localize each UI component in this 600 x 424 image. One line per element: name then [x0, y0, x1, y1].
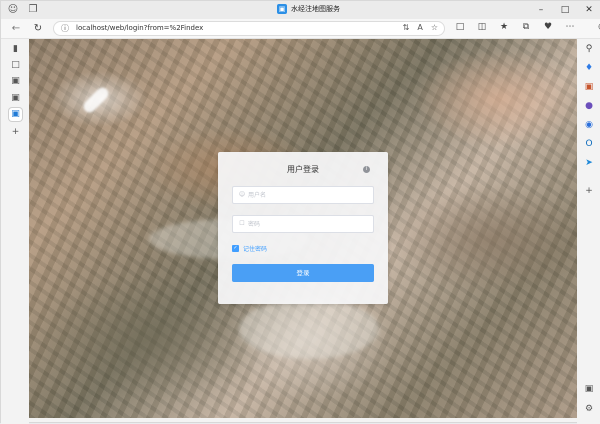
tab-title-text: 水经注地图服务	[291, 5, 340, 13]
toolbox-icon[interactable]: ▣	[582, 80, 596, 94]
add-sidebar-app-icon[interactable]: +	[582, 184, 596, 198]
tab-actions-icon[interactable]: ▮	[9, 43, 22, 56]
password-input[interactable]	[248, 219, 368, 230]
outlook-icon[interactable]: O	[582, 137, 596, 151]
minimize-icon[interactable]: –	[529, 1, 553, 19]
favorite-star-icon[interactable]: ☆	[431, 23, 438, 32]
lock-icon: ☐	[239, 220, 245, 227]
address-bar[interactable]: ⓘ localhost/web/login?from=%2Findex ⇅ A …	[53, 21, 445, 36]
split-screen-icon[interactable]: ◫	[475, 22, 489, 32]
username-input[interactable]	[248, 190, 368, 201]
maximize-icon[interactable]: □	[553, 1, 577, 19]
remember-password[interactable]: ✓ 记住密码	[232, 244, 267, 253]
profile-icon[interactable]: ☺	[7, 4, 19, 16]
login-page: 用户登录 i ☺ ☐ ✓ 记住密码 登录	[29, 39, 577, 418]
background-snow-patch	[81, 85, 111, 115]
title-bar: ☺ ❐ ▣ 水经注地图服务 – □ ✕	[1, 1, 600, 19]
close-icon[interactable]: ✕	[577, 1, 600, 19]
site-favicon-icon: ▣	[277, 4, 287, 14]
shopping-tag-icon[interactable]: ♦	[582, 61, 596, 75]
remember-label[interactable]: 记住密码	[243, 244, 267, 253]
settings-gear-icon[interactable]: ⚙	[582, 402, 596, 416]
games-icon[interactable]: ●	[582, 99, 596, 113]
user-icon: ☺	[238, 191, 246, 198]
active-tab[interactable]: ▣ 水经注地图服务	[277, 4, 340, 14]
tab-page-icon[interactable]: □	[9, 59, 22, 72]
help-icon[interactable]: i	[363, 166, 370, 173]
translate-icon[interactable]: ⇅	[403, 23, 410, 32]
favorites-icon[interactable]: ★	[497, 22, 511, 32]
tab-current-site-icon[interactable]: ▣	[9, 108, 22, 121]
remember-checkbox[interactable]: ✓	[232, 245, 239, 252]
login-card: 用户登录 i ☺ ☐ ✓ 记住密码 登录	[218, 152, 388, 304]
tab-store-icon[interactable]: ▣	[9, 75, 22, 88]
new-tab-icon[interactable]: +	[9, 126, 22, 139]
password-field[interactable]: ☐	[232, 215, 374, 233]
edge-sidebar: ⚲ ♦ ▣ ● ◉ O ➤ + ▣ ⚙	[577, 39, 600, 424]
more-menu-icon[interactable]: ⋯	[563, 22, 577, 32]
tab-store-icon[interactable]: ▣	[9, 92, 22, 105]
hide-sidebar-icon[interactable]: ▣	[582, 382, 596, 396]
workspaces-icon[interactable]: ❐	[27, 4, 39, 16]
collections-icon[interactable]: ⧉	[519, 22, 533, 32]
extensions-icon[interactable]: □	[453, 22, 467, 32]
browser-window: ☺ ❐ ▣ 水经注地图服务 – □ ✕ ← ↻ ⓘ localhost/web/…	[0, 0, 600, 424]
send-icon[interactable]: ➤	[582, 156, 596, 170]
read-aloud-icon[interactable]: A	[417, 23, 422, 32]
office-icon[interactable]: ◉	[582, 118, 596, 132]
copilot-icon[interactable]: ◉	[595, 22, 600, 32]
site-info-icon[interactable]: ⓘ	[60, 23, 70, 33]
login-button[interactable]: 登录	[232, 264, 374, 282]
username-field[interactable]: ☺	[232, 186, 374, 204]
background-valley	[239, 299, 379, 359]
vertical-tabs: ▮ □ ▣ ▣ ▣ +	[1, 39, 29, 424]
back-arrow-icon[interactable]: ←	[9, 22, 23, 36]
refresh-icon[interactable]: ↻	[31, 22, 45, 36]
browser-essentials-icon[interactable]: ♥	[541, 22, 555, 32]
url-text[interactable]: localhost/web/login?from=%2Findex	[76, 24, 203, 32]
search-icon[interactable]: ⚲	[582, 42, 596, 56]
browser-toolbar: ← ↻ ⓘ localhost/web/login?from=%2Findex …	[1, 19, 600, 39]
